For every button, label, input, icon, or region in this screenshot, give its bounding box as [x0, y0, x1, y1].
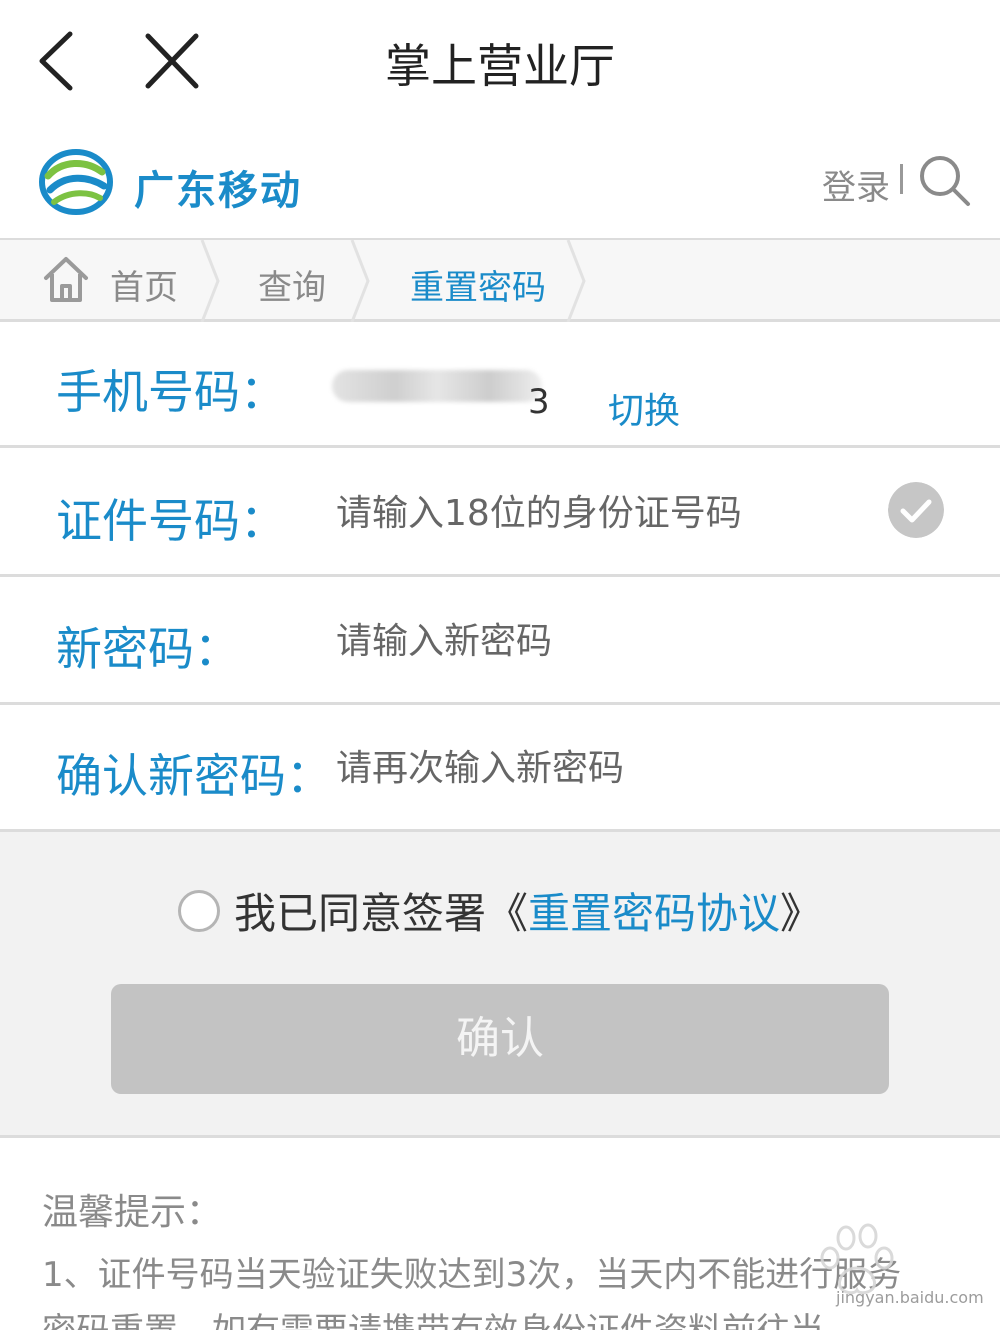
brand-bar: 广东移动 登录	[0, 122, 1000, 240]
phone-number-tail: 3	[528, 382, 550, 422]
phone-label: 手机号码：	[56, 365, 286, 419]
agreement-bracket-close: 》	[780, 889, 823, 938]
china-mobile-logo[interactable]	[38, 146, 114, 218]
confirm-password-label: 确认新密码：	[56, 749, 332, 803]
agreement-bracket-open: 《	[485, 889, 528, 938]
tips-line: 密码重置，如有需要请携带有效身份证件资料前往当	[42, 1303, 824, 1330]
baidu-paw-watermark-icon	[820, 1223, 894, 1295]
confirm-button[interactable]: 确认	[111, 984, 889, 1094]
id-number-input[interactable]	[336, 493, 876, 534]
page-title: 掌上营业厅	[385, 39, 615, 93]
divider	[900, 164, 903, 194]
login-link[interactable]: 登录	[822, 160, 890, 209]
id-number-label: 证件号码：	[56, 494, 286, 548]
agreement-line: 我已同意签署《重置密码协议》	[0, 880, 1000, 941]
breadcrumb-item-query[interactable]: 查询	[258, 260, 326, 309]
watermark-text: jingyan.baidu.com	[836, 1288, 984, 1307]
breadcrumb-item-reset-password[interactable]: 重置密码	[410, 260, 546, 309]
phone-row: 手机号码： 3 切换	[0, 322, 1000, 448]
masked-phone-number	[332, 370, 542, 402]
breadcrumb-separator	[566, 240, 586, 322]
home-icon[interactable]	[42, 254, 90, 304]
new-password-input[interactable]	[336, 621, 876, 662]
new-password-label: 新密码：	[56, 622, 240, 676]
new-password-row: 新密码：	[0, 579, 1000, 705]
check-circle-icon	[888, 482, 944, 538]
tips-title: 温馨提示：	[42, 1192, 223, 1233]
confirm-password-row: 确认新密码：	[0, 706, 1000, 832]
search-icon[interactable]	[916, 152, 972, 208]
agreement-section: 我已同意签署《重置密码协议》 确认	[0, 832, 1000, 1138]
breadcrumb: 首页 查询 重置密码	[0, 240, 1000, 322]
breadcrumb-separator	[350, 240, 370, 322]
app-header: 掌上营业厅	[0, 0, 1000, 122]
agreement-link[interactable]: 重置密码协议	[528, 880, 780, 941]
agree-radio[interactable]	[177, 889, 220, 932]
switch-number-link[interactable]: 切换	[608, 382, 680, 434]
confirm-password-input[interactable]	[336, 748, 876, 789]
breadcrumb-item-home[interactable]: 首页	[110, 260, 178, 309]
agreement-text: 我已同意签署	[233, 889, 486, 938]
breadcrumb-separator	[200, 240, 220, 322]
id-number-row: 证件号码：	[0, 451, 1000, 577]
brand-name: 广东移动	[134, 168, 302, 214]
